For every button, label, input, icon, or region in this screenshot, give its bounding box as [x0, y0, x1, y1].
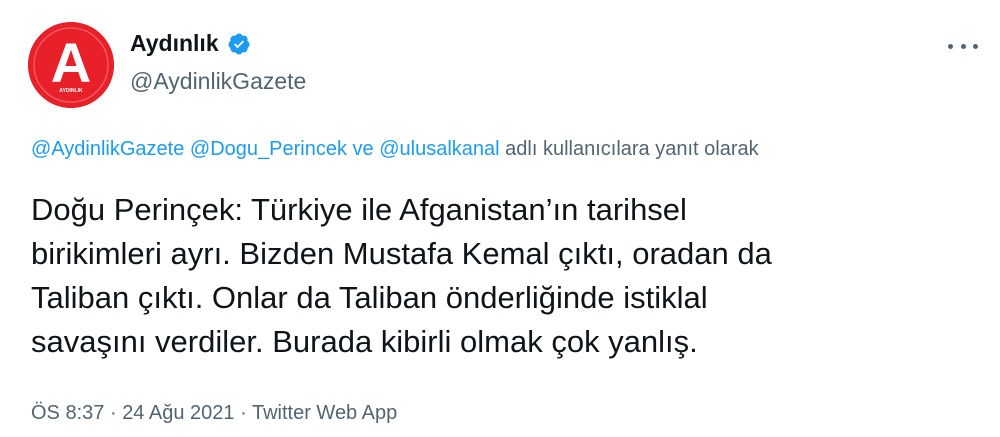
- avatar-subtext: AYDINLIK: [59, 88, 83, 94]
- meta-separator: ·: [109, 402, 117, 424]
- tweet-card: A AYDINLIK Aydınlık @AydinlikGazete @Ayd…: [0, 0, 1000, 437]
- aydinlik-logo-icon: A AYDINLIK: [28, 22, 114, 108]
- tweet-metadata: ÖS 8:37 · 24 Ağu 2021 · Twitter Web App: [31, 402, 397, 425]
- meta-separator: ·: [240, 402, 247, 424]
- tweet-time[interactable]: ÖS 8:37: [31, 402, 104, 424]
- avatar[interactable]: A AYDINLIK: [28, 22, 114, 108]
- verified-badge-icon: [227, 32, 251, 56]
- handle[interactable]: @AydinlikGazete: [130, 68, 306, 95]
- reply-suffix: adlı kullanıcılara yanıt olarak: [505, 138, 759, 160]
- tweet-text-line: savaşını verdiler. Burada kibirli olmak …: [31, 324, 698, 359]
- name-row: Aydınlık: [130, 30, 251, 57]
- avatar-letter: A: [51, 31, 91, 94]
- mention-aydinlikgazete[interactable]: @AydinlikGazete: [31, 138, 184, 160]
- tweet-date[interactable]: 24 Ağu 2021: [122, 402, 234, 424]
- tweet-text-line: Doğu Perinçek: Türkiye ile Afganistan’ın…: [31, 192, 687, 227]
- tweet-text: Doğu Perinçek: Türkiye ile Afganistan’ın…: [31, 188, 981, 364]
- tweet-text-line: Taliban çıktı. Onlar da Taliban önderliğ…: [31, 280, 708, 315]
- display-name[interactable]: Aydınlık: [130, 30, 219, 57]
- tweet-source[interactable]: Twitter Web App: [252, 402, 397, 424]
- tweet-text-line: birikimleri ayrı. Bizden Mustafa Kemal ç…: [31, 236, 772, 271]
- mention-dogu-perincek[interactable]: @Dogu_Perincek: [190, 138, 347, 160]
- mention-ulusalkanal[interactable]: @ulusalkanal: [379, 138, 499, 160]
- reply-context: @AydinlikGazete @Dogu_Perincek ve @ulusa…: [31, 138, 759, 161]
- reply-conjunction: ve: [352, 138, 374, 160]
- more-options-icon[interactable]: [948, 36, 978, 56]
